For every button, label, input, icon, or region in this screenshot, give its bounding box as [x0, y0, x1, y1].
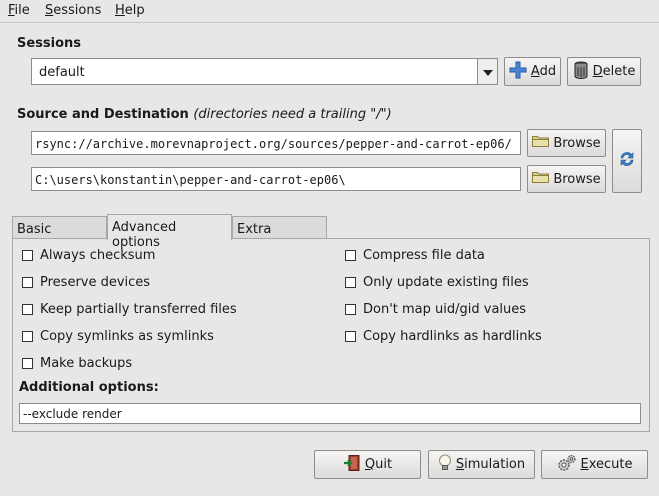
option-only-update-existing[interactable]: Only update existing files	[345, 275, 529, 290]
tab-extra-options[interactable]: Extra options	[232, 216, 327, 252]
chevron-down-icon[interactable]	[477, 59, 497, 84]
swap-button[interactable]	[612, 129, 642, 193]
option-always-checksum[interactable]: Always checksum	[22, 248, 155, 263]
quit-label: Quit	[365, 457, 392, 472]
source-dest-title-text: Source and Destination	[17, 107, 189, 122]
quit-mnemonic: Q	[364, 457, 376, 472]
session-select-value: default	[39, 65, 85, 80]
checkbox[interactable]	[22, 331, 33, 342]
destination-field[interactable]: C:\users\konstantin\pepper-and-carrot-ep…	[31, 167, 521, 191]
checkbox[interactable]	[22, 304, 33, 315]
menubar: File Sessions Help	[0, 0, 659, 23]
option-copy-symlinks[interactable]: Copy symlinks as symlinks	[22, 329, 214, 344]
option-label: Keep partially transferred files	[40, 302, 237, 317]
simulation-label: Simulation	[456, 457, 525, 472]
browse-destination-button[interactable]: Browse	[527, 165, 606, 193]
execute-label-rest: xecute	[588, 457, 633, 472]
option-label: Copy symlinks as symlinks	[40, 329, 214, 344]
quit-label-rest: uit	[375, 457, 393, 472]
source-dest-title: Source and Destination (directories need…	[17, 107, 392, 122]
execute-label: Execute	[581, 457, 633, 472]
folder-icon	[532, 135, 550, 151]
folder-icon	[532, 171, 550, 187]
option-label: Don't map uid/gid values	[363, 302, 527, 317]
add-session-label: Add	[531, 64, 556, 79]
checkbox[interactable]	[22, 250, 33, 261]
delete-session-button[interactable]: Delete	[567, 57, 641, 86]
checkbox[interactable]	[22, 277, 33, 288]
delete-mnemonic: D	[592, 64, 603, 79]
gears-icon	[557, 454, 577, 476]
execute-button[interactable]: Execute	[541, 450, 648, 479]
trash-icon	[573, 61, 589, 83]
browse-destination-label: Browse	[553, 171, 601, 187]
delete-label-rest: elete	[602, 64, 636, 79]
checkbox[interactable]	[345, 304, 356, 315]
menu-help[interactable]: Help	[115, 3, 145, 18]
option-label: Only update existing files	[363, 275, 529, 290]
option-label: Copy hardlinks as hardlinks	[363, 329, 542, 344]
source-field[interactable]: rsync://archive.morevnaproject.org/sourc…	[31, 131, 521, 155]
source-dest-note: (directories need a trailing "/")	[193, 107, 392, 122]
option-preserve-devices[interactable]: Preserve devices	[22, 275, 150, 290]
simulation-mnemonic: S	[455, 457, 465, 472]
option-copy-hardlinks[interactable]: Copy hardlinks as hardlinks	[345, 329, 542, 344]
simulation-label-rest: imulation	[464, 457, 526, 472]
browse-source-button[interactable]: Browse	[527, 129, 606, 157]
simulation-button[interactable]: Simulation	[428, 450, 535, 479]
add-label-rest: dd	[539, 64, 557, 79]
add-session-button[interactable]: Add	[504, 57, 561, 86]
tab-basic-options[interactable]: Basic options	[12, 216, 107, 252]
execute-mnemonic: E	[580, 457, 589, 472]
option-make-backups[interactable]: Make backups	[22, 356, 132, 371]
option-compress[interactable]: Compress file data	[345, 248, 485, 263]
menu-sessions[interactable]: Sessions	[45, 3, 101, 18]
additional-options-title: Additional options:	[19, 380, 159, 395]
menu-help-mnemonic: H	[115, 3, 125, 18]
option-no-map-uid-gid[interactable]: Don't map uid/gid values	[345, 302, 526, 317]
lightbulb-icon	[438, 454, 452, 476]
menu-sessions-label: essions	[53, 3, 102, 18]
sessions-title: Sessions	[17, 36, 82, 51]
option-label: Compress file data	[363, 248, 485, 263]
menu-file-label: ile	[14, 3, 30, 18]
quit-button[interactable]: Quit	[314, 450, 421, 479]
tab-advanced-options[interactable]: Advanced options	[107, 214, 232, 250]
session-select[interactable]: default	[31, 58, 498, 85]
option-label: Preserve devices	[40, 275, 151, 290]
add-mnemonic: A	[530, 64, 540, 79]
checkbox[interactable]	[345, 250, 356, 261]
delete-session-label: Delete	[593, 64, 636, 79]
menu-help-label: elp	[124, 3, 145, 18]
option-label: Make backups	[40, 356, 133, 371]
option-keep-partial[interactable]: Keep partially transferred files	[22, 302, 237, 317]
checkbox[interactable]	[345, 277, 356, 288]
checkbox[interactable]	[345, 331, 356, 342]
option-label: Always checksum	[40, 248, 156, 263]
additional-options-field[interactable]: --exclude render	[19, 403, 641, 424]
exit-icon	[343, 454, 361, 476]
refresh-icon	[618, 150, 636, 172]
checkbox[interactable]	[22, 358, 33, 369]
browse-source-label: Browse	[553, 135, 601, 151]
plus-icon	[509, 61, 527, 83]
menu-file[interactable]: File	[8, 3, 30, 18]
